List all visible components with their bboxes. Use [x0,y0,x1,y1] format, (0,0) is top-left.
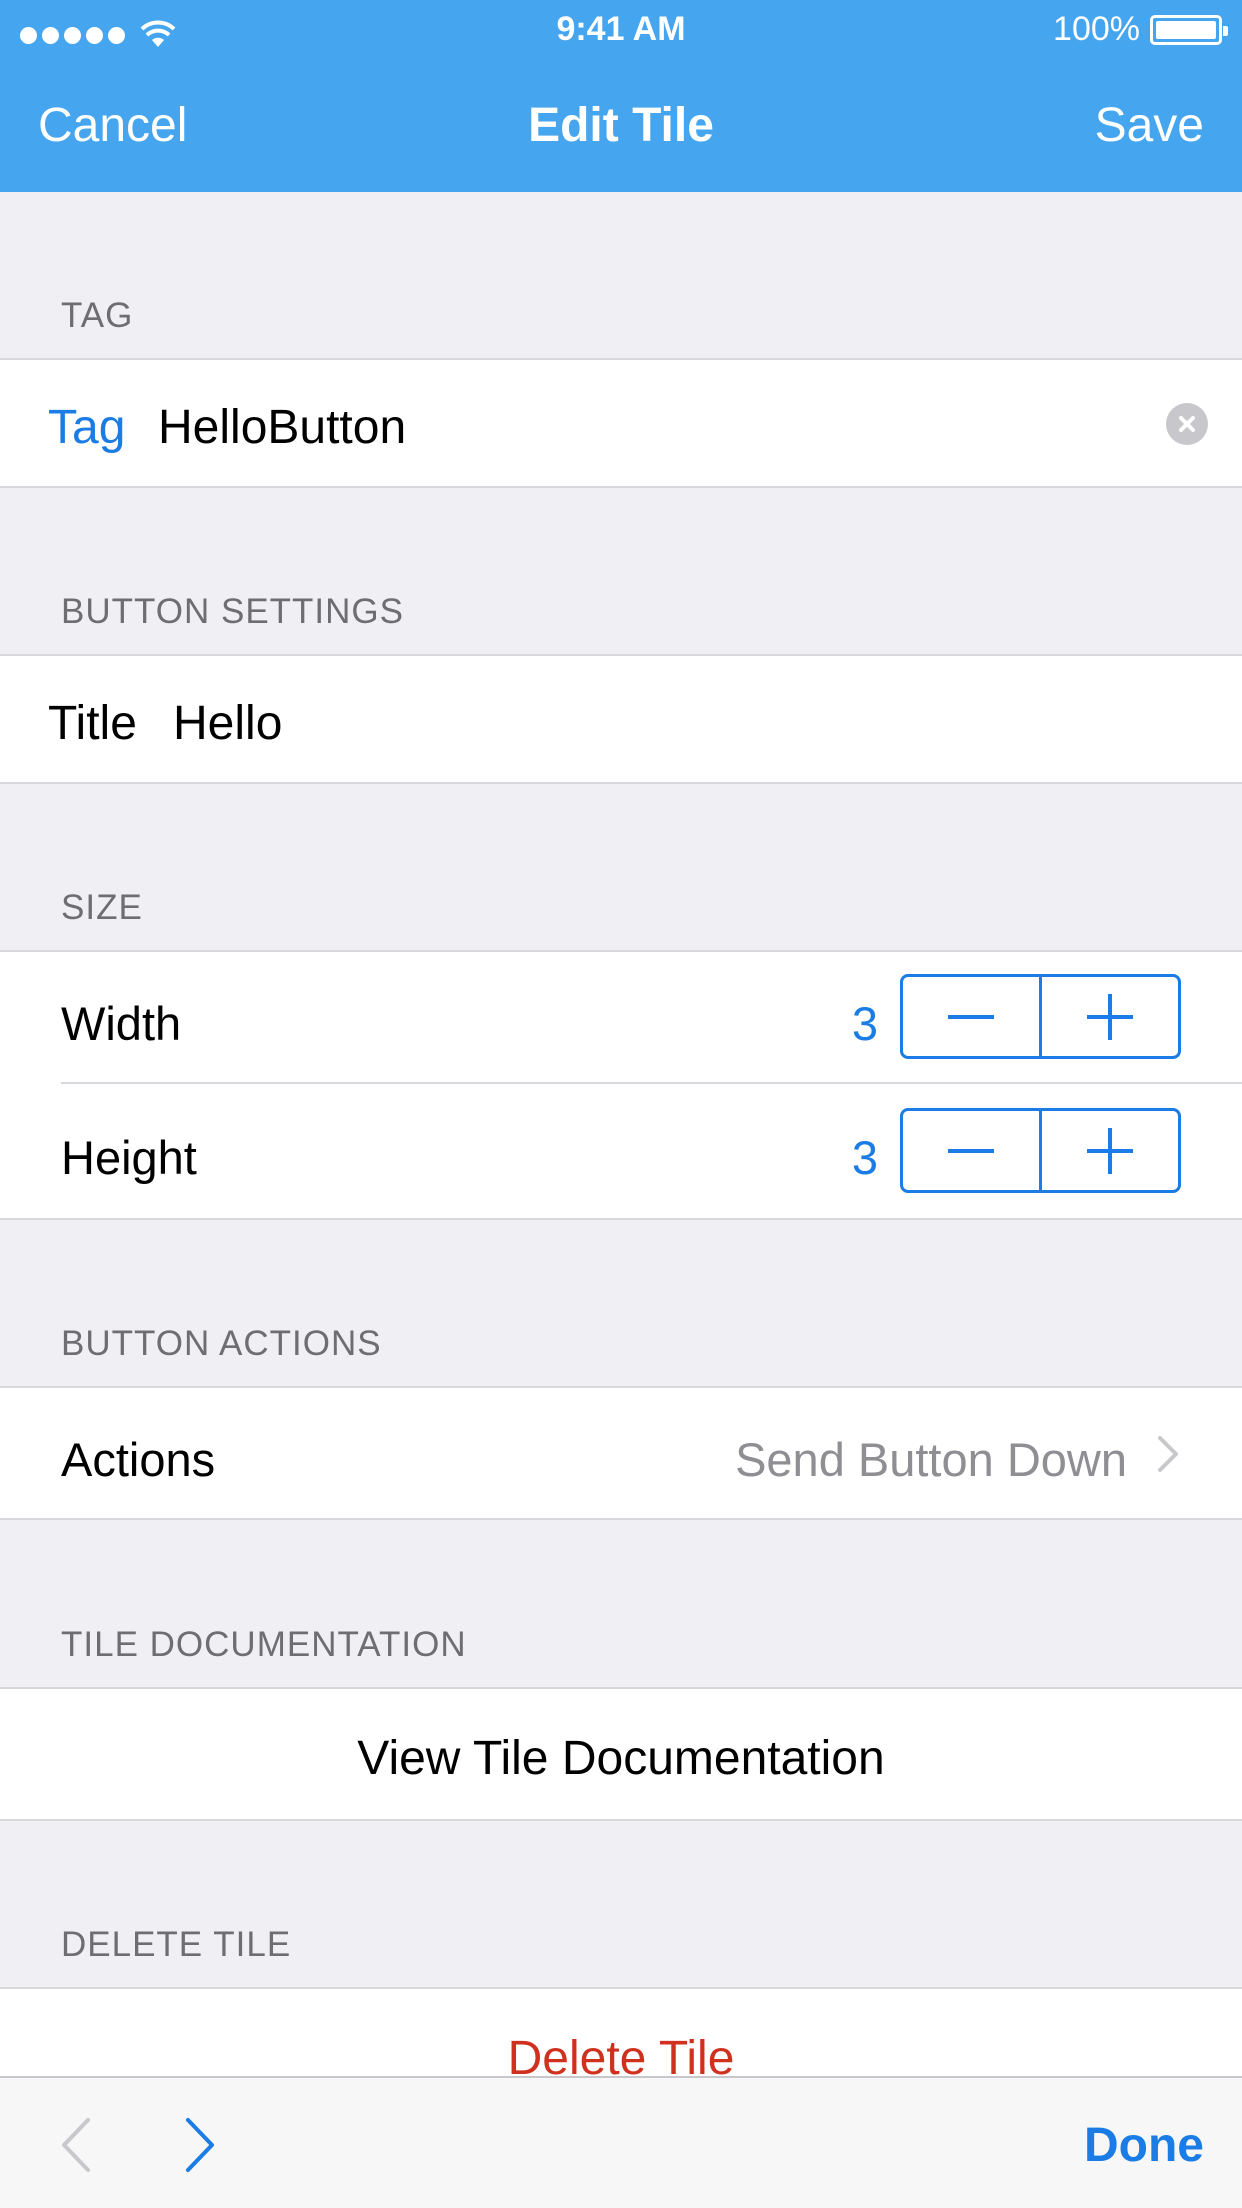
height-value: 3 [851,1131,878,1184]
input-accessory-toolbar: Done [0,2076,1242,2208]
page-title: Edit Tile [528,99,714,152]
done-button[interactable]: Done [1084,2118,1204,2173]
actions-value: Send Button Down [735,1433,1127,1486]
view-tile-documentation-row[interactable]: View Tile Documentation [0,1687,1242,1821]
height-stepper [900,1108,1181,1193]
minus-icon [948,1148,994,1153]
tag-input[interactable]: HelloButton [158,400,406,455]
plus-icon [1087,993,1133,1040]
section-header-delete-tile: DELETE TILE [61,1925,292,1964]
height-increment-button[interactable] [1042,1111,1178,1190]
battery-percent: 100% [1053,10,1140,48]
plus-icon [1087,1127,1133,1174]
section-header-button-actions: BUTTON ACTIONS [61,1324,382,1363]
size-group: Width 3 Height 3 [0,950,1242,1220]
save-button[interactable]: Save [1095,98,1204,153]
section-header-button-settings: BUTTON SETTINGS [61,592,404,631]
width-stepper [900,974,1181,1059]
width-label: Width [61,997,182,1050]
navigation-bar: Cancel Edit Tile Save [0,62,1242,192]
minus-icon [948,1014,994,1019]
clear-icon[interactable] [1166,403,1208,445]
width-value: 3 [851,997,878,1050]
height-label: Height [61,1131,197,1184]
section-header-tag: TAG [61,296,134,335]
actions-row[interactable]: Actions Send Button Down [0,1386,1242,1520]
width-increment-button[interactable] [1042,977,1178,1056]
title-field-label: Title [48,697,137,750]
section-header-size: SIZE [61,888,143,927]
title-field-cell: Title Hello [0,654,1242,784]
height-decrement-button[interactable] [903,1111,1039,1190]
chevron-right-icon [1158,1436,1178,1472]
tag-field-cell: Tag HelloButton [0,358,1242,488]
status-bar: 9:41 AM 100% [0,0,1242,62]
prev-arrow-icon[interactable] [58,2116,94,2174]
battery-indicator: 100% [1053,10,1228,49]
view-tile-documentation-button[interactable]: View Tile Documentation [0,1731,1242,1786]
next-arrow-icon[interactable] [182,2116,218,2174]
tag-field-label: Tag [48,401,126,454]
actions-label: Actions [61,1433,216,1486]
width-row: Width 3 [0,952,1242,1084]
width-decrement-button[interactable] [903,977,1039,1056]
section-header-tile-documentation: TILE DOCUMENTATION [61,1625,467,1664]
battery-icon [1150,14,1228,45]
height-row: Height 3 [0,1086,1242,1218]
title-input[interactable]: Hello [173,696,282,751]
